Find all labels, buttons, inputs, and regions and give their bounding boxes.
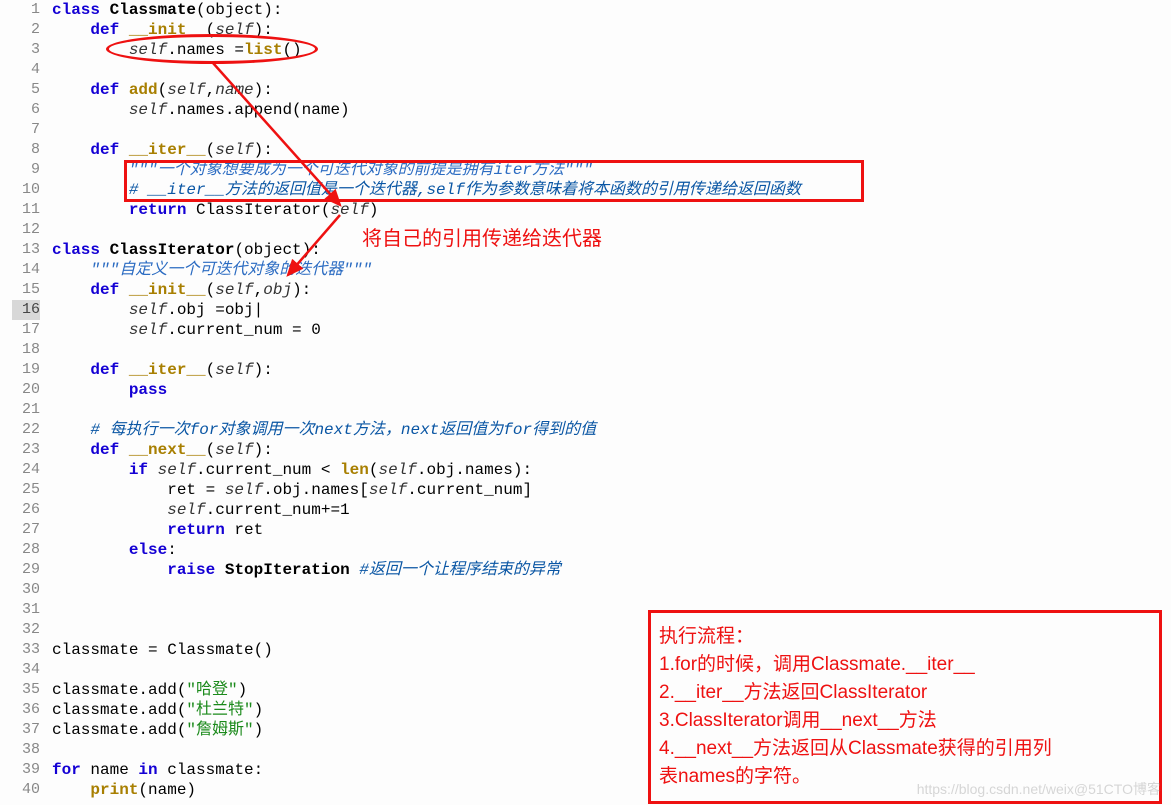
watermark: https://blog.csdn.net/weix@51CTO博客 (917, 779, 1161, 799)
code-line[interactable]: return ret (52, 520, 1171, 540)
line-number: 32 (12, 620, 40, 640)
line-number: 36 (12, 700, 40, 720)
code-line[interactable]: self.names.append(name) (52, 100, 1171, 120)
line-number: 35 (12, 680, 40, 700)
line-number: 11 (12, 200, 40, 220)
line-number: 23 (12, 440, 40, 460)
code-line[interactable]: self.obj =obj| (52, 300, 1171, 320)
code-line[interactable]: class ClassIterator(object): (52, 240, 1171, 260)
line-number: 22 (12, 420, 40, 440)
code-line[interactable]: def __init__(self): (52, 20, 1171, 40)
line-number: 1 (12, 0, 40, 20)
line-number: 37 (12, 720, 40, 740)
code-line[interactable] (52, 60, 1171, 80)
line-gutter: 1234567891011121314151617181920212223242… (0, 0, 46, 805)
line-number: 30 (12, 580, 40, 600)
line-number: 13 (12, 240, 40, 260)
line-number: 20 (12, 380, 40, 400)
code-line[interactable]: self.current_num = 0 (52, 320, 1171, 340)
code-line[interactable] (52, 580, 1171, 600)
code-line[interactable]: raise StopIteration #返回一个让程序结束的异常 (52, 560, 1171, 580)
line-number: 24 (12, 460, 40, 480)
code-line[interactable]: class Classmate(object): (52, 0, 1171, 20)
line-number: 17 (12, 320, 40, 340)
line-number: 25 (12, 480, 40, 500)
line-number: 39 (12, 760, 40, 780)
code-line[interactable] (52, 400, 1171, 420)
line-number: 33 (12, 640, 40, 660)
code-line[interactable]: def add(self,name): (52, 80, 1171, 100)
line-number: 21 (12, 400, 40, 420)
line-number: 9 (12, 160, 40, 180)
line-number: 29 (12, 560, 40, 580)
code-line[interactable]: """自定义一个可迭代对象的迭代器""" (52, 260, 1171, 280)
code-line[interactable]: else: (52, 540, 1171, 560)
code-line[interactable]: ret = self.obj.names[self.current_num] (52, 480, 1171, 500)
line-number: 19 (12, 360, 40, 380)
code-line[interactable]: return ClassIterator(self) (52, 200, 1171, 220)
code-line[interactable]: def __iter__(self): (52, 140, 1171, 160)
line-number: 4 (12, 60, 40, 80)
line-number: 15 (12, 280, 40, 300)
line-number: 12 (12, 220, 40, 240)
line-number: 27 (12, 520, 40, 540)
line-number: 18 (12, 340, 40, 360)
code-line[interactable]: def __next__(self): (52, 440, 1171, 460)
line-number: 40 (12, 780, 40, 800)
code-line[interactable]: self.current_num+=1 (52, 500, 1171, 520)
line-number: 8 (12, 140, 40, 160)
line-number: 5 (12, 80, 40, 100)
line-number: 14 (12, 260, 40, 280)
line-number: 38 (12, 740, 40, 760)
annotation-flow-box: 执行流程： 1.for的时候，调用Classmate.__iter__ 2.__… (648, 610, 1162, 804)
code-line[interactable] (52, 220, 1171, 240)
code-line[interactable] (52, 120, 1171, 140)
code-line[interactable]: def __init__(self,obj): (52, 280, 1171, 300)
code-line[interactable]: self.names =list() (52, 40, 1171, 60)
line-number: 16 (12, 300, 40, 320)
line-number: 6 (12, 100, 40, 120)
note-item: 2.__iter__方法返回ClassIterator (659, 679, 1151, 707)
line-number: 26 (12, 500, 40, 520)
line-number: 34 (12, 660, 40, 680)
code-line[interactable] (52, 340, 1171, 360)
code-line[interactable]: pass (52, 380, 1171, 400)
annotation-label: 将自己的引用传递给迭代器 (362, 222, 602, 251)
code-line[interactable]: if self.current_num < len(self.obj.names… (52, 460, 1171, 480)
note-item: 3.ClassIterator调用__next__方法 (659, 707, 1151, 735)
note-title: 执行流程： (659, 623, 1151, 651)
code-line[interactable]: # __iter__方法的返回值是一个迭代器,self作为参数意味着将本函数的引… (52, 180, 1171, 200)
line-number: 2 (12, 20, 40, 40)
line-number: 28 (12, 540, 40, 560)
line-number: 10 (12, 180, 40, 200)
line-number: 7 (12, 120, 40, 140)
line-number: 31 (12, 600, 40, 620)
line-number: 3 (12, 40, 40, 60)
code-line[interactable]: # 每执行一次for对象调用一次next方法，next返回值为for得到的值 (52, 420, 1171, 440)
note-item: 1.for的时候，调用Classmate.__iter__ (659, 651, 1151, 679)
note-item: 4.__next__方法返回从Classmate获得的引用列 (659, 735, 1151, 763)
code-line[interactable]: """一个对象想要成为一个可迭代对象的前提是拥有iter方法""" (52, 160, 1171, 180)
code-line[interactable]: def __iter__(self): (52, 360, 1171, 380)
